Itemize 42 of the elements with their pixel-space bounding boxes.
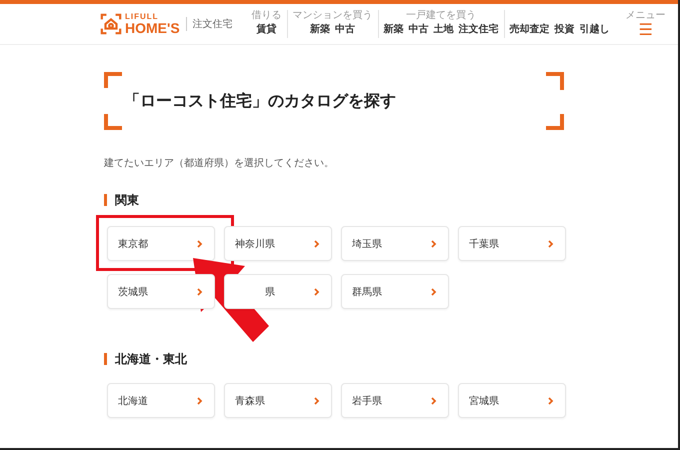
region-heading: 関東 (104, 194, 566, 206)
nav-caption: 借りる (252, 10, 282, 22)
prefecture-card[interactable]: 宮城県 (458, 383, 566, 418)
nav-link[interactable]: 中古 (335, 22, 356, 38)
nav-link[interactable]: 売却査定 (510, 22, 550, 38)
prefecture-card[interactable]: 神奈川県 (224, 226, 332, 261)
house-logo-icon (100, 13, 122, 35)
nav-link[interactable]: 注文住宅 (458, 22, 499, 38)
prefecture-card[interactable]: 県 (224, 274, 332, 309)
nav-link[interactable]: 中古 (408, 22, 429, 38)
section-label: 注文住宅 (186, 17, 233, 31)
nav-caption: 一戸建てを買う (406, 10, 476, 22)
chevron-icon (548, 397, 554, 405)
nav-link[interactable]: 引越し (580, 22, 610, 38)
instruction-text: 建てたいエリア（都道府県）を選択してください。 (104, 156, 335, 170)
chevron-icon (314, 240, 320, 248)
chevron-icon (431, 397, 437, 405)
prefecture-card[interactable]: 埼玉県 (341, 226, 449, 261)
nav-link[interactable]: 新築 (310, 22, 330, 38)
nav-caption: マンションを買う (292, 10, 373, 22)
chevron-icon (197, 240, 203, 248)
nav-link[interactable]: 土地 (434, 22, 454, 38)
region-heading: 北海道・東北 (104, 353, 566, 365)
prefecture-card[interactable]: 茨城県 (107, 274, 215, 309)
prefecture-card[interactable]: 千葉県 (458, 226, 566, 261)
chevron-icon (431, 288, 437, 296)
prefecture-card[interactable]: 群馬県 (341, 274, 449, 309)
chevron-icon (314, 397, 320, 405)
nav-link[interactable]: 投資 (554, 22, 575, 38)
chevron-icon (548, 240, 554, 248)
prefecture-card[interactable]: 青森県 (224, 383, 332, 418)
chevron-icon (314, 288, 320, 296)
menu-caption: メニュー (626, 10, 666, 22)
chevron-icon (431, 240, 437, 248)
page-title: 「ローコスト住宅」のカタログを探す (124, 90, 396, 112)
nav-link[interactable]: 新築 (384, 22, 404, 38)
prefecture-card[interactable]: 北海道 (107, 383, 215, 418)
prefecture-card[interactable]: 東京都 (107, 226, 215, 261)
chevron-icon (197, 288, 203, 296)
prefecture-card[interactable]: 岩手県 (341, 383, 449, 418)
chevron-icon (197, 397, 203, 405)
nav-link[interactable]: 賃貸 (256, 22, 277, 38)
